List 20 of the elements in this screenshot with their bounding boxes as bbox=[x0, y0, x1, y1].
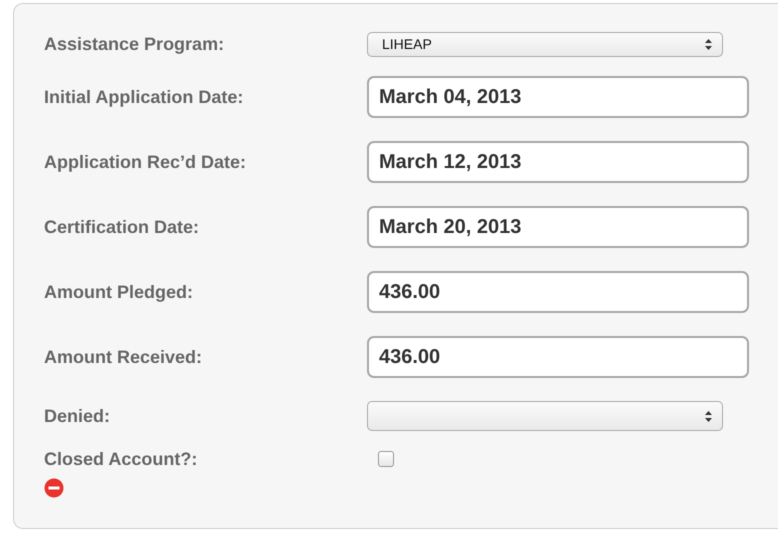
dropdown[interactable]: LIHEAP bbox=[367, 32, 723, 56]
remove-icon[interactable] bbox=[44, 478, 64, 498]
updown-icon bbox=[705, 38, 712, 50]
dropdown[interactable] bbox=[367, 401, 723, 431]
input-field[interactable]: 436.00 bbox=[367, 271, 749, 313]
field-label: Certification Date: bbox=[44, 216, 200, 238]
field-label: Amount Pledged: bbox=[44, 282, 194, 302]
field-label: Denied: bbox=[44, 406, 112, 426]
dropdown-value: LIHEAP bbox=[382, 36, 432, 52]
field-label: Amount Received: bbox=[44, 346, 204, 368]
field-label: Application Rec’d Date: bbox=[44, 152, 248, 172]
input-field[interactable]: March 12, 2013 bbox=[367, 141, 749, 183]
input-field[interactable]: 436.00 bbox=[367, 336, 749, 378]
field-label: Assistance Program: bbox=[44, 34, 226, 54]
checkbox[interactable] bbox=[378, 451, 394, 467]
field-label: Initial Application Date: bbox=[44, 86, 244, 108]
updown-icon bbox=[705, 410, 712, 422]
field-label: Closed Account?: bbox=[44, 448, 198, 470]
input-field[interactable]: March 20, 2013 bbox=[367, 206, 749, 248]
input-field[interactable]: March 04, 2013 bbox=[367, 76, 749, 118]
